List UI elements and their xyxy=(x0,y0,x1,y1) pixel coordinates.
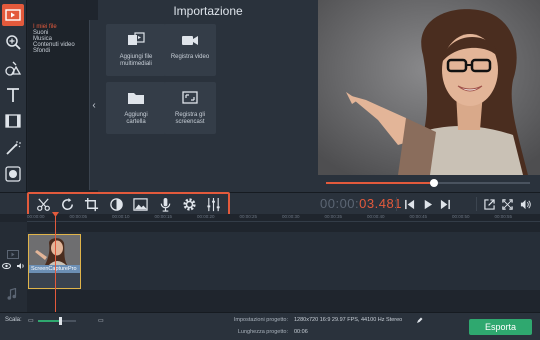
timeline: ScreenCapturePro xyxy=(0,222,540,312)
audio-track[interactable] xyxy=(27,292,540,312)
seek-bar[interactable] xyxy=(326,179,530,187)
add-folder-label: Aggiungi cartella xyxy=(124,112,148,125)
equalizer-icon[interactable] xyxy=(204,195,224,213)
record-screencast-button[interactable]: Registra gli screencast xyxy=(164,82,216,134)
fullscreen-icon[interactable] xyxy=(499,196,515,212)
record-video-button[interactable]: Registra video xyxy=(164,24,216,76)
ruler-tick-label: 00:00:10 xyxy=(112,214,130,219)
video-preview[interactable] xyxy=(318,0,540,175)
import-icon[interactable] xyxy=(2,4,24,26)
add-folder-button[interactable]: Aggiungi cartella xyxy=(106,82,166,134)
ruler-tick-label: 00:00:55 xyxy=(494,214,513,219)
folder-icon xyxy=(128,93,144,104)
record-video-label: Registra video xyxy=(170,54,210,60)
settings-icon[interactable] xyxy=(179,195,199,213)
export-button[interactable]: Esporta xyxy=(469,319,532,335)
screencast-icon xyxy=(182,91,198,104)
panel-title: Importazione xyxy=(173,4,243,18)
ruler-tick-label: 00:00:15 xyxy=(154,214,173,219)
record-screencast-label: Registra gli screencast xyxy=(174,112,205,125)
zoom-out-icon[interactable]: ▭ xyxy=(28,317,34,324)
crop-icon[interactable] xyxy=(82,195,102,213)
detach-preview-icon[interactable] xyxy=(481,196,497,212)
rotate-icon[interactable] xyxy=(58,195,78,213)
ruler-tick-label: 00:00:00 xyxy=(27,214,45,219)
transitions-icon[interactable] xyxy=(2,137,24,159)
ruler-tick-label: 00:00:20 xyxy=(197,214,215,219)
project-length-value: 00:06 xyxy=(294,329,308,335)
color-adjust-icon[interactable] xyxy=(106,195,126,213)
ruler-tick-label: 00:00:05 xyxy=(69,214,88,219)
ruler-tick-label: 00:00:50 xyxy=(452,214,470,219)
volume-icon[interactable] xyxy=(517,196,533,212)
magic-zoom-icon[interactable] xyxy=(2,31,24,53)
zoom-slider[interactable] xyxy=(38,320,76,322)
filters-icon[interactable] xyxy=(2,110,24,132)
ruler-tick-label: 00:00:25 xyxy=(239,214,258,219)
video-track-icon xyxy=(7,250,19,259)
microphone-icon[interactable] xyxy=(155,195,175,213)
clip-name: ScreenCapturePro xyxy=(31,266,77,272)
video-track[interactable] xyxy=(27,232,540,290)
ruler-tick-label: 00:00:30 xyxy=(282,214,300,219)
divider xyxy=(396,197,397,211)
text-icon[interactable] xyxy=(2,84,24,106)
zoom-in-icon[interactable]: ▭ xyxy=(98,317,104,324)
preview-frame-image xyxy=(318,0,540,175)
file-category-list: I miei file Suoni Musica Contenuti video… xyxy=(28,20,90,190)
ruler-tick-label: 00:00:45 xyxy=(409,214,428,219)
camera-icon xyxy=(182,36,198,45)
track-controls xyxy=(0,222,27,312)
cut-icon[interactable] xyxy=(33,195,53,213)
visibility-eye-icon[interactable] xyxy=(2,263,11,269)
seek-progress xyxy=(326,182,435,184)
collapse-list-button[interactable]: ‹ xyxy=(90,20,98,190)
project-length-label: Lunghezza progetto: xyxy=(237,329,288,335)
image-icon[interactable] xyxy=(131,195,151,213)
play-icon[interactable] xyxy=(419,196,435,212)
playhead[interactable] xyxy=(55,214,56,312)
timecode-prefix: 00:00: xyxy=(320,196,360,211)
add-media-files-label: Aggiungi file multimediali xyxy=(119,54,153,67)
divider xyxy=(476,197,477,211)
project-settings-value: 1280x720 16:9 29.97 FPS, 44100 Hz Stereo xyxy=(294,317,403,323)
timeline-ruler[interactable]: 00:00:00 00:00:05 00:00:10 00:00:15 00:00:20… xyxy=(27,214,540,222)
ruler-tick-label: 00:00:35 xyxy=(324,214,343,219)
video-editor-window: I miei file Suoni Musica Contenuti video… xyxy=(0,0,540,340)
zoom-slider-handle[interactable] xyxy=(58,317,62,325)
edit-settings-icon[interactable] xyxy=(416,317,423,324)
media-files-icon xyxy=(128,32,145,45)
edit-toolbar: 00:00:03.481 xyxy=(0,192,540,216)
tool-sidebar xyxy=(0,0,27,192)
category-my-files[interactable]: I miei file xyxy=(28,20,89,30)
zoom-slider-fill xyxy=(38,320,59,322)
seek-bar-area xyxy=(318,175,540,192)
ruler-tick-label: 00:00:40 xyxy=(367,214,385,219)
seek-handle[interactable] xyxy=(430,179,439,187)
timecode-display: 00:00:03.481 xyxy=(320,196,402,211)
next-frame-icon[interactable] xyxy=(437,196,453,212)
category-backgrounds[interactable]: Sfondi xyxy=(28,48,89,54)
track-volume-icon[interactable] xyxy=(17,262,25,270)
previous-frame-icon[interactable] xyxy=(401,196,417,212)
more-tools-icon[interactable] xyxy=(2,163,24,185)
status-bar: Scala: ▭ ▭ Impostazioni progetto: 1280x7… xyxy=(0,312,540,340)
music-note-icon xyxy=(7,288,17,300)
shapes-icon[interactable] xyxy=(2,58,24,80)
scale-label: Scala: xyxy=(5,317,22,323)
import-panel: Importazione Aggiungi file multimediali … xyxy=(98,0,318,192)
project-settings-label: Impostazioni progetto: xyxy=(233,317,288,323)
add-media-files-button[interactable]: Aggiungi file multimediali xyxy=(106,24,166,76)
